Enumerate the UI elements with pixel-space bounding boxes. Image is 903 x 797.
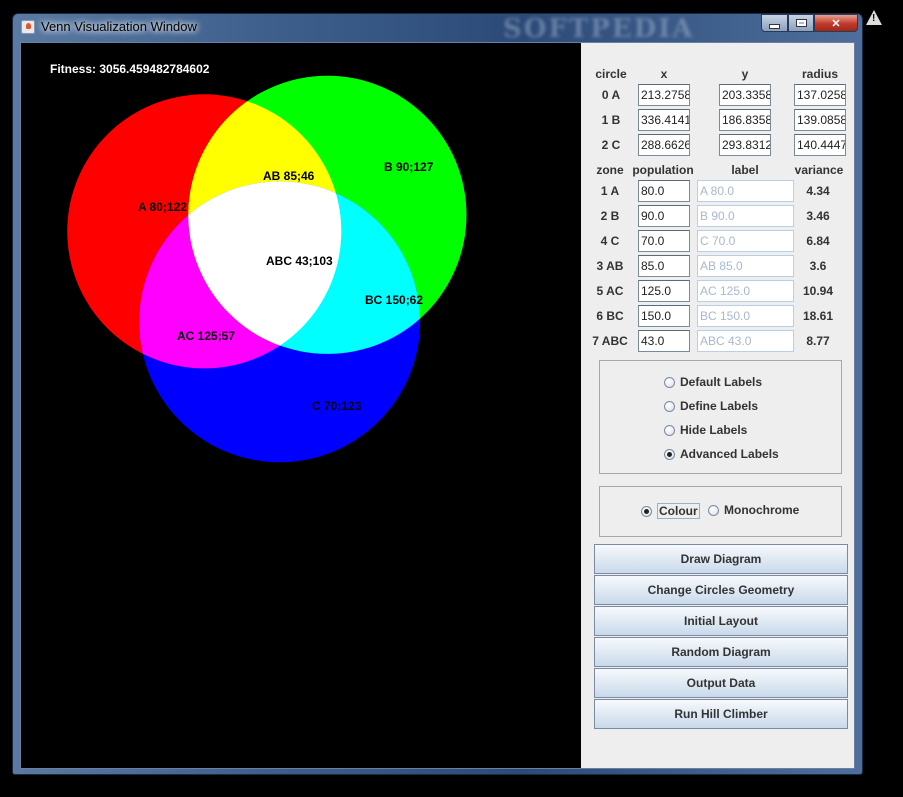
zone-variance-value: 10.94 <box>802 284 834 298</box>
zone-row-label: 3 AB <box>596 259 624 273</box>
run-hill-climber-button[interactable]: Run Hill Climber <box>594 699 848 729</box>
zone-population-field[interactable]: 90.0 <box>638 205 690 227</box>
client-area: Fitness: 3056.459482784602 A 80;122 B 90… <box>20 42 855 769</box>
initial-layout-button[interactable]: Initial Layout <box>594 606 848 636</box>
zone-label-field[interactable]: B 90.0 <box>697 205 794 227</box>
circle-radius-field[interactable]: 137.0258 <box>794 84 846 106</box>
watermark-text: SOFTPEDIA <box>503 14 695 44</box>
zone-label-ac: AC 125;57 <box>177 329 235 343</box>
circle-row-label: 0 A <box>601 88 621 102</box>
zone-label-abc: ABC 43;103 <box>266 254 333 268</box>
output-data-button[interactable]: Output Data <box>594 668 848 698</box>
radio-icon <box>664 400 675 412</box>
random-diagram-button[interactable]: Random Diagram <box>594 637 848 667</box>
zone-population-field[interactable]: 150.0 <box>638 305 690 327</box>
zone-label-a: A 80;122 <box>138 200 187 214</box>
color-options-group: Colour Monochrome <box>599 486 842 537</box>
header-circle: circle <box>595 67 627 81</box>
header-y: y <box>741 67 749 81</box>
zone-row-label: 1 A <box>600 184 620 198</box>
label-option-text: Default Labels <box>680 375 763 389</box>
venn-canvas[interactable]: Fitness: 3056.459482784602 A 80;122 B 90… <box>21 43 581 768</box>
zone-label-field[interactable]: AB 85.0 <box>697 255 794 277</box>
zone-label-ab: AB 85;46 <box>263 169 315 183</box>
circle-x-field[interactable]: 213.2758 <box>638 84 690 106</box>
zone-label-field[interactable]: C 70.0 <box>697 230 794 252</box>
zone-label-field[interactable]: BC 150.0 <box>697 305 794 327</box>
label-options-group: Default Labels Define Labels Hide Labels… <box>599 360 842 474</box>
circle-x-field[interactable]: 288.6626 <box>638 134 690 156</box>
label-option-radio[interactable]: Hide Labels <box>664 423 747 437</box>
label-option-radio[interactable]: Advanced Labels <box>664 447 779 461</box>
maximize-icon <box>795 19 807 27</box>
zone-label-c: C 70;123 <box>312 399 362 413</box>
close-button[interactable]: ✕ <box>814 14 858 32</box>
label-option-text: Define Labels <box>680 399 759 413</box>
zone-label-field[interactable]: A 80.0 <box>697 180 794 202</box>
radio-icon <box>664 448 675 460</box>
zone-variance-value: 4.34 <box>806 184 830 198</box>
header-zone: zone <box>596 163 624 177</box>
venn-window: Venn Visualization Window SOFTPEDIA ✕ Fi… <box>12 13 863 775</box>
color-option-radio[interactable]: Colour <box>641 503 700 519</box>
circle-y-field[interactable]: 186.8358 <box>719 109 771 131</box>
zone-row-label: 2 B <box>600 209 620 223</box>
zone-population-field[interactable]: 70.0 <box>638 230 690 252</box>
header-population: population <box>632 163 694 177</box>
label-option-radio[interactable]: Default Labels <box>664 375 762 389</box>
circle-row-label: 2 C <box>601 138 621 152</box>
change-circles-geometry-button[interactable]: Change Circles Geometry <box>594 575 848 605</box>
zone-variance-value: 6.84 <box>806 234 830 248</box>
label-option-text: Advanced Labels <box>680 447 779 461</box>
warning-icon <box>866 10 882 25</box>
control-panel: circle x y radius 0 A 213.2758 203.3358 … <box>581 43 854 768</box>
zone-population-field[interactable]: 43.0 <box>638 330 690 352</box>
zone-row-label: 7 ABC <box>592 334 628 348</box>
close-icon: ✕ <box>831 17 841 30</box>
color-option-radio[interactable]: Monochrome <box>708 503 799 517</box>
radio-icon <box>641 505 652 517</box>
zone-variance-value: 8.77 <box>806 334 830 348</box>
zone-population-field[interactable]: 85.0 <box>638 255 690 277</box>
zone-variance-value: 3.46 <box>806 209 830 223</box>
circle-y-field[interactable]: 293.8312 <box>719 134 771 156</box>
zone-population-field[interactable]: 125.0 <box>638 280 690 302</box>
label-option-radio[interactable]: Define Labels <box>664 399 758 413</box>
minimize-button[interactable] <box>761 14 788 32</box>
maximize-button[interactable] <box>788 14 814 32</box>
color-option-text: Colour <box>657 503 700 519</box>
header-radius: radius <box>801 67 838 81</box>
radio-icon <box>664 376 675 388</box>
zone-population-field[interactable]: 80.0 <box>638 180 690 202</box>
zone-row-label: 6 BC <box>596 309 624 323</box>
zone-row-label: 5 AC <box>596 284 624 298</box>
color-option-text: Monochrome <box>724 503 800 517</box>
zone-variance-value: 3.6 <box>809 259 827 273</box>
zone-label-bc: BC 150;62 <box>365 293 423 307</box>
circle-x-field[interactable]: 336.4141 <box>638 109 690 131</box>
header-label: label <box>731 163 759 177</box>
circle-radius-field[interactable]: 139.0858 <box>794 109 846 131</box>
zone-label-field[interactable]: AC 125.0 <box>697 280 794 302</box>
circle-row-label: 1 B <box>601 113 621 127</box>
zone-label-field[interactable]: ABC 43.0 <box>697 330 794 352</box>
venn-diagram: A 80;122 B 90;127 C 70;123 AB 85;46 AC 1… <box>67 75 467 463</box>
label-option-text: Hide Labels <box>680 423 748 437</box>
window-title: Venn Visualization Window <box>41 19 197 34</box>
draw-diagram-button[interactable]: Draw Diagram <box>594 544 848 574</box>
zone-variance-value: 18.61 <box>802 309 834 323</box>
radio-icon <box>708 504 719 516</box>
zone-label-b: B 90;127 <box>384 160 434 174</box>
title-bar[interactable]: Venn Visualization Window SOFTPEDIA ✕ <box>13 14 862 44</box>
circle-radius-field[interactable]: 140.4447 <box>794 134 846 156</box>
header-x: x <box>660 67 668 81</box>
circle-y-field[interactable]: 203.3358 <box>719 84 771 106</box>
java-app-icon <box>21 20 35 34</box>
radio-icon <box>664 424 675 436</box>
zone-row-label: 4 C <box>600 234 620 248</box>
header-variance: variance <box>794 163 844 177</box>
minimize-icon <box>769 23 780 29</box>
